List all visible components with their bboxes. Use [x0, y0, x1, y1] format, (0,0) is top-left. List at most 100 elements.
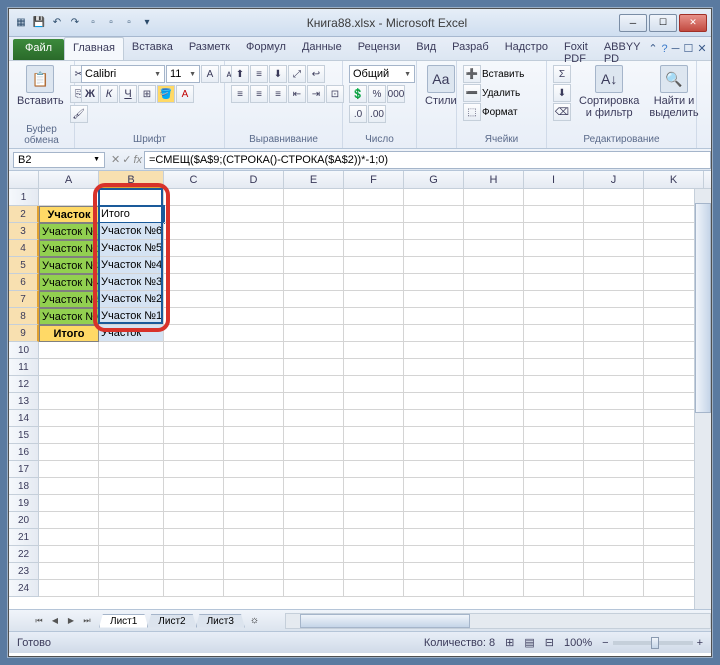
cell[interactable]: [584, 308, 644, 325]
cell[interactable]: [224, 410, 284, 427]
align-left-icon[interactable]: ≡: [231, 85, 249, 103]
row-header[interactable]: 24: [9, 580, 39, 597]
cell[interactable]: [224, 291, 284, 308]
cell[interactable]: [39, 478, 99, 495]
cell[interactable]: [584, 512, 644, 529]
tab-nav-next-icon[interactable]: ▶: [63, 613, 79, 629]
align-middle-icon[interactable]: ≡: [250, 65, 268, 83]
select-all-corner[interactable]: [9, 171, 39, 188]
cell[interactable]: [344, 529, 404, 546]
cell[interactable]: [224, 444, 284, 461]
delete-cells-button[interactable]: ➖Удалить: [463, 84, 520, 102]
clear-icon[interactable]: ⌫: [553, 103, 571, 121]
cell[interactable]: [164, 495, 224, 512]
cell[interactable]: [224, 223, 284, 240]
cell[interactable]: [344, 478, 404, 495]
cell[interactable]: [284, 376, 344, 393]
undo-icon[interactable]: ↶: [49, 15, 65, 31]
cell[interactable]: [344, 189, 404, 206]
file-tab[interactable]: Файл: [13, 39, 64, 60]
cell[interactable]: [164, 240, 224, 257]
cell[interactable]: [464, 410, 524, 427]
cell[interactable]: [584, 546, 644, 563]
tab-review[interactable]: Рецензи: [350, 37, 409, 60]
cell[interactable]: [284, 342, 344, 359]
cell[interactable]: [224, 546, 284, 563]
cell[interactable]: [224, 325, 284, 342]
border-icon[interactable]: ⊞: [138, 85, 156, 103]
cell[interactable]: [344, 342, 404, 359]
cell[interactable]: Участок №5: [99, 240, 164, 257]
cell[interactable]: [99, 563, 164, 580]
cell[interactable]: Участок: [99, 325, 164, 342]
cell[interactable]: [524, 223, 584, 240]
cell[interactable]: [404, 240, 464, 257]
cell[interactable]: [284, 461, 344, 478]
fill-color-icon[interactable]: 🪣: [157, 85, 175, 103]
cell[interactable]: [344, 495, 404, 512]
cell[interactable]: [284, 189, 344, 206]
cell[interactable]: Участок №6: [39, 308, 99, 325]
cell[interactable]: [164, 478, 224, 495]
col-header[interactable]: G: [404, 171, 464, 188]
cell[interactable]: [464, 495, 524, 512]
cell[interactable]: [344, 376, 404, 393]
cell[interactable]: [224, 342, 284, 359]
cell[interactable]: [99, 580, 164, 597]
cell[interactable]: [284, 240, 344, 257]
cell[interactable]: [99, 512, 164, 529]
currency-icon[interactable]: 💲: [349, 85, 367, 103]
col-header[interactable]: F: [344, 171, 404, 188]
sheet-tab[interactable]: Лист1: [99, 614, 148, 628]
cell[interactable]: [584, 291, 644, 308]
font-size-combo[interactable]: 11▼: [166, 65, 200, 83]
cell[interactable]: [524, 393, 584, 410]
col-header[interactable]: I: [524, 171, 584, 188]
comma-icon[interactable]: 000: [387, 85, 405, 103]
cell[interactable]: [224, 393, 284, 410]
tab-view[interactable]: Вид: [408, 37, 444, 60]
cell[interactable]: [524, 478, 584, 495]
cell[interactable]: [99, 478, 164, 495]
cell[interactable]: [464, 580, 524, 597]
cell[interactable]: [99, 461, 164, 478]
cell[interactable]: [224, 240, 284, 257]
tab-nav-last-icon[interactable]: ⏭: [79, 613, 95, 629]
cell[interactable]: [344, 512, 404, 529]
cell[interactable]: [39, 580, 99, 597]
cell[interactable]: [464, 223, 524, 240]
cell[interactable]: [39, 546, 99, 563]
underline-button[interactable]: Ч: [119, 85, 137, 103]
cell[interactable]: [164, 444, 224, 461]
maximize-button[interactable]: ☐: [649, 14, 677, 32]
cell[interactable]: [39, 495, 99, 512]
cell[interactable]: [39, 563, 99, 580]
cell[interactable]: [464, 512, 524, 529]
cell[interactable]: [99, 546, 164, 563]
cell[interactable]: [39, 342, 99, 359]
minimize-button[interactable]: ─: [619, 14, 647, 32]
cell[interactable]: [404, 546, 464, 563]
format-cells-button[interactable]: ⬚Формат: [463, 103, 518, 121]
cell[interactable]: [344, 444, 404, 461]
qat-icon[interactable]: ▫: [85, 15, 101, 31]
col-header[interactable]: C: [164, 171, 224, 188]
cell[interactable]: [464, 325, 524, 342]
cell[interactable]: [524, 495, 584, 512]
qat-icon[interactable]: ▫: [121, 15, 137, 31]
cell[interactable]: [464, 240, 524, 257]
sheet-tab[interactable]: Лист3: [196, 614, 245, 628]
col-header[interactable]: J: [584, 171, 644, 188]
row-header[interactable]: 2: [9, 206, 39, 223]
row-header[interactable]: 14: [9, 410, 39, 427]
cell[interactable]: [464, 206, 524, 223]
col-header[interactable]: E: [284, 171, 344, 188]
cell[interactable]: [164, 512, 224, 529]
cell[interactable]: [524, 580, 584, 597]
col-header[interactable]: H: [464, 171, 524, 188]
cell[interactable]: [584, 410, 644, 427]
cell[interactable]: [404, 223, 464, 240]
cell[interactable]: Участок №2: [39, 240, 99, 257]
tab-data[interactable]: Данные: [294, 37, 350, 60]
cell[interactable]: [464, 189, 524, 206]
